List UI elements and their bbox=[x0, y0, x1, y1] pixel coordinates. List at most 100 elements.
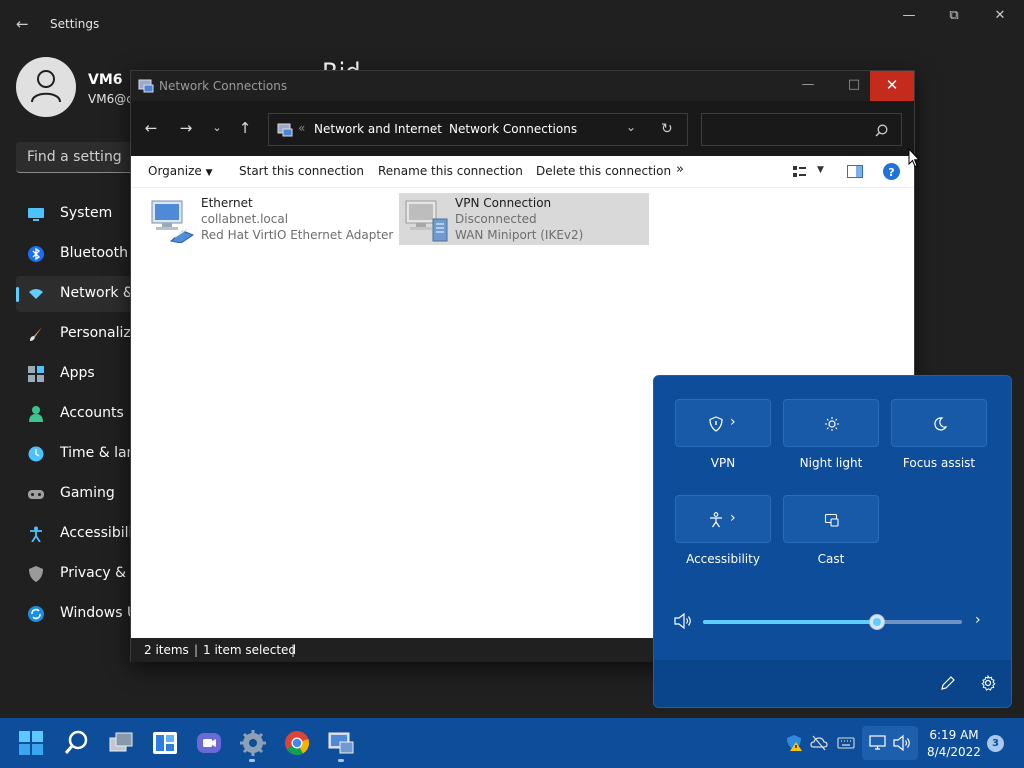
refresh-icon[interactable]: ↻ bbox=[661, 121, 673, 137]
list-item-vpn-connection[interactable]: VPN Connection Disconnected WAN Miniport… bbox=[399, 193, 649, 245]
running-indicator bbox=[249, 759, 255, 762]
focus-assist-tile[interactable] bbox=[891, 399, 987, 447]
network-connections-icon[interactable] bbox=[326, 728, 356, 758]
command-bar: Organize ▼ Start this connection Rename … bbox=[131, 156, 914, 188]
up-arrow-icon[interactable]: ↑ bbox=[235, 119, 255, 137]
moon-icon bbox=[934, 417, 948, 431]
sidebar-item-accessibility[interactable]: Accessibility bbox=[16, 516, 146, 552]
security-warning-icon[interactable] bbox=[786, 734, 804, 752]
volume-slider[interactable] bbox=[703, 614, 962, 630]
sidebar-item-privacy[interactable]: Privacy & se bbox=[16, 556, 146, 592]
notification-badge[interactable]: 3 bbox=[987, 735, 1004, 752]
view-options-arrow-icon[interactable]: ▼ bbox=[817, 165, 824, 175]
restore-icon[interactable]: ⧉ bbox=[946, 8, 962, 24]
gear-icon[interactable] bbox=[980, 675, 996, 691]
organize-button[interactable]: Organize ▼ bbox=[148, 164, 213, 178]
settings-icon[interactable] bbox=[238, 728, 268, 758]
sidebar-item-gaming[interactable]: Gaming bbox=[16, 476, 146, 512]
rename-connection-button[interactable]: Rename this connection bbox=[378, 164, 523, 178]
user-email: VM6@c bbox=[88, 92, 133, 106]
status-divider: | bbox=[291, 643, 296, 657]
dropdown-arrow-icon: ▼ bbox=[205, 168, 213, 178]
search-icon[interactable] bbox=[62, 728, 92, 758]
volume-slider-thumb[interactable] bbox=[868, 614, 885, 630]
onedrive-offline-icon[interactable] bbox=[810, 734, 828, 752]
shield-icon bbox=[29, 566, 43, 582]
avatar[interactable] bbox=[16, 57, 76, 117]
tile-label: VPN bbox=[710, 456, 736, 470]
recent-locations-chevron-icon[interactable]: ⌄ bbox=[207, 119, 227, 137]
chevron-right-icon[interactable]: › bbox=[730, 510, 736, 526]
clock-date[interactable]: 8/4/2022 bbox=[922, 745, 986, 759]
breadcrumb-overflow[interactable]: « bbox=[298, 121, 305, 135]
sidebar-item-accounts[interactable]: Accounts bbox=[16, 396, 146, 432]
item-count: 2 items bbox=[144, 643, 189, 657]
sidebar-item-personalization[interactable]: Personaliza bbox=[16, 316, 146, 352]
delete-connection-button[interactable]: Delete this connection bbox=[536, 164, 671, 178]
volume-icon bbox=[893, 734, 910, 752]
cast-icon bbox=[824, 513, 839, 527]
address-dropdown-chevron-icon[interactable]: ⌄ bbox=[626, 120, 636, 134]
keyboard-icon[interactable] bbox=[837, 734, 855, 752]
brightness-icon bbox=[825, 417, 839, 431]
brush-icon bbox=[30, 327, 42, 341]
connection-status: Disconnected bbox=[455, 212, 537, 226]
selection-count: 1 item selected bbox=[203, 643, 297, 657]
minimize-icon[interactable]: — bbox=[901, 8, 917, 24]
list-item-ethernet[interactable]: Ethernet collabnet.local Red Hat VirtIO … bbox=[145, 193, 394, 245]
sidebar-item-system[interactable]: System bbox=[16, 196, 146, 232]
forward-arrow-icon[interactable]: → bbox=[176, 119, 196, 137]
quick-settings-panel: › VPN Night light Focus assist › Accessi… bbox=[653, 375, 1012, 708]
night-light-tile[interactable] bbox=[783, 399, 879, 447]
status-divider: | bbox=[194, 643, 199, 657]
preview-pane-icon[interactable] bbox=[847, 165, 863, 178]
start-icon[interactable] bbox=[17, 729, 45, 757]
breadcrumb-network-connections[interactable]: Network Connections bbox=[449, 122, 577, 136]
tray-network-volume-button[interactable] bbox=[862, 726, 918, 760]
chevron-right-icon[interactable]: › bbox=[975, 612, 989, 628]
breadcrumb-network-and-internet[interactable]: Network and Internet bbox=[314, 122, 442, 136]
search-input[interactable] bbox=[701, 113, 902, 146]
sidebar-item-label: Windows U bbox=[60, 605, 138, 621]
chevron-right-icon[interactable]: › bbox=[730, 414, 736, 430]
sidebar-item-network[interactable]: Network & bbox=[16, 276, 146, 312]
bluetooth-icon bbox=[28, 246, 44, 262]
chrome-icon[interactable] bbox=[282, 728, 312, 758]
window-title: Network Connections bbox=[159, 79, 288, 93]
start-connection-button[interactable]: Start this connection bbox=[239, 164, 364, 178]
speaker-icon[interactable] bbox=[674, 613, 692, 629]
task-view-icon[interactable] bbox=[106, 728, 136, 758]
address-bar[interactable]: « Network and Internet › Network Connect… bbox=[268, 113, 688, 146]
minimize-button[interactable]: — bbox=[785, 71, 831, 101]
title-bar[interactable]: Network Connections — □ ✕ bbox=[131, 71, 914, 101]
widgets-icon[interactable] bbox=[150, 728, 180, 758]
close-icon[interactable]: ✕ bbox=[992, 8, 1008, 24]
clock-icon bbox=[28, 446, 44, 462]
edit-pencil-icon[interactable] bbox=[940, 675, 956, 691]
organize-label: Organize bbox=[148, 164, 202, 178]
settings-search-input[interactable]: Find a setting bbox=[16, 142, 146, 173]
ethernet-adapter-icon bbox=[151, 200, 195, 243]
breadcrumb-separator-icon[interactable]: › bbox=[433, 121, 438, 135]
sidebar-item-bluetooth[interactable]: Bluetooth & bbox=[16, 236, 146, 272]
close-button[interactable]: ✕ bbox=[870, 71, 914, 101]
connection-name: Ethernet bbox=[201, 196, 253, 210]
chat-icon[interactable] bbox=[194, 728, 224, 758]
help-icon[interactable]: ? bbox=[883, 163, 900, 180]
change-view-icon[interactable] bbox=[793, 166, 807, 178]
back-arrow-icon[interactable]: ← bbox=[16, 16, 32, 32]
volume-slider-fill bbox=[703, 620, 877, 624]
vpn-tile[interactable]: › bbox=[675, 399, 771, 447]
connection-device: Red Hat VirtIO Ethernet Adapter bbox=[201, 228, 394, 242]
accessibility-tile[interactable]: › bbox=[675, 495, 771, 543]
person-icon bbox=[31, 70, 61, 103]
sidebar-item-apps[interactable]: Apps bbox=[16, 356, 146, 392]
back-arrow-icon[interactable]: ← bbox=[141, 119, 161, 137]
cast-tile[interactable] bbox=[783, 495, 879, 543]
network-connections-icon bbox=[138, 79, 154, 93]
sidebar-item-label: Gaming bbox=[60, 485, 115, 501]
sidebar-item-time-language[interactable]: Time & lang bbox=[16, 436, 146, 472]
clock-time[interactable]: 6:19 AM bbox=[922, 728, 986, 742]
sidebar-item-windows-update[interactable]: Windows U bbox=[16, 596, 146, 632]
more-commands-button[interactable]: » bbox=[676, 162, 684, 177]
